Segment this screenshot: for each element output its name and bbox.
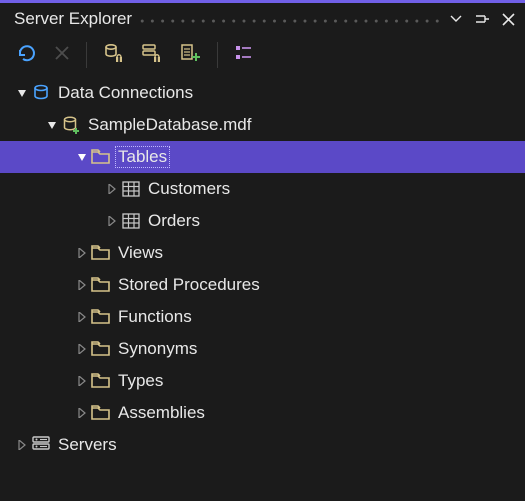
tree-node-label: Stored Procedures	[118, 275, 260, 295]
database-group-icon	[30, 83, 52, 103]
window-dropdown-icon[interactable]	[450, 15, 462, 23]
pin-icon[interactable]	[474, 11, 490, 27]
expand-collapse-icon[interactable]	[74, 312, 90, 322]
stop-icon	[54, 45, 70, 65]
panel-title: Server Explorer	[14, 9, 132, 29]
folder-icon	[90, 148, 112, 166]
expand-collapse-icon[interactable]	[74, 280, 90, 290]
database-icon	[60, 115, 82, 135]
tree-node-label: Functions	[118, 307, 192, 327]
tree-node-table-orders[interactable]: Orders	[0, 205, 525, 237]
expand-collapse-icon[interactable]	[104, 184, 120, 194]
tree-node-assemblies[interactable]: Assemblies	[0, 397, 525, 429]
tree-node-table-customers[interactable]: Customers	[0, 173, 525, 205]
server-icon	[30, 435, 52, 455]
refresh-icon[interactable]	[16, 42, 38, 68]
tree-node-functions[interactable]: Functions	[0, 301, 525, 333]
tree-node-label: Assemblies	[118, 403, 205, 423]
folder-icon	[90, 276, 112, 294]
tree-node-stored-procedures[interactable]: Stored Procedures	[0, 269, 525, 301]
tree-node-views[interactable]: Views	[0, 237, 525, 269]
tree-node-label: Servers	[58, 435, 117, 455]
table-icon	[120, 181, 142, 197]
tree-node-label: Orders	[148, 211, 200, 231]
server-explorer-panel: Server Explorer ● ● ● ● ● ● ● ● ● ● ● ● …	[0, 0, 525, 501]
toolbar-separator	[217, 42, 218, 68]
tree-node-label: Customers	[148, 179, 230, 199]
expand-collapse-icon[interactable]	[44, 120, 60, 130]
tree-node-servers[interactable]: Servers	[0, 429, 525, 461]
expand-collapse-icon[interactable]	[74, 248, 90, 258]
tree-node-tables[interactable]: Tables	[0, 141, 525, 173]
tree-node-database[interactable]: SampleDatabase.mdf	[0, 109, 525, 141]
expand-collapse-icon[interactable]	[14, 440, 30, 450]
tree-node-types[interactable]: Types	[0, 365, 525, 397]
expand-collapse-icon[interactable]	[74, 376, 90, 386]
toolbar	[0, 35, 525, 75]
connect-database-icon[interactable]	[103, 42, 125, 68]
folder-icon	[90, 372, 112, 390]
folder-icon	[90, 244, 112, 262]
connect-server-icon[interactable]	[141, 42, 163, 68]
expand-collapse-icon[interactable]	[104, 216, 120, 226]
tree-node-label: Views	[118, 243, 163, 263]
panel-title-bar: Server Explorer ● ● ● ● ● ● ● ● ● ● ● ● …	[0, 0, 525, 35]
tree-node-label: Types	[118, 371, 163, 391]
tree-node-label: SampleDatabase.mdf	[88, 115, 251, 135]
sort-icon[interactable]	[234, 43, 254, 67]
tree-view[interactable]: Data Connections SampleDatabase.mdf	[0, 75, 525, 461]
title-bar-grip[interactable]: ● ● ● ● ● ● ● ● ● ● ● ● ● ● ● ● ● ● ● ● …	[140, 18, 444, 25]
expand-collapse-icon[interactable]	[74, 408, 90, 418]
table-icon	[120, 213, 142, 229]
expand-collapse-icon[interactable]	[14, 88, 30, 98]
expand-collapse-icon[interactable]	[74, 344, 90, 354]
tree-node-label: Data Connections	[58, 83, 193, 103]
folder-icon	[90, 308, 112, 326]
tree-node-label: Synonyms	[118, 339, 197, 359]
expand-collapse-icon[interactable]	[74, 152, 90, 162]
folder-icon	[90, 404, 112, 422]
folder-icon	[90, 340, 112, 358]
toolbar-separator	[86, 42, 87, 68]
tree-node-synonyms[interactable]: Synonyms	[0, 333, 525, 365]
tree-node-data-connections[interactable]: Data Connections	[0, 77, 525, 109]
close-icon[interactable]	[502, 13, 515, 26]
tree-node-label: Tables	[115, 146, 170, 168]
add-service-icon[interactable]	[179, 42, 201, 68]
